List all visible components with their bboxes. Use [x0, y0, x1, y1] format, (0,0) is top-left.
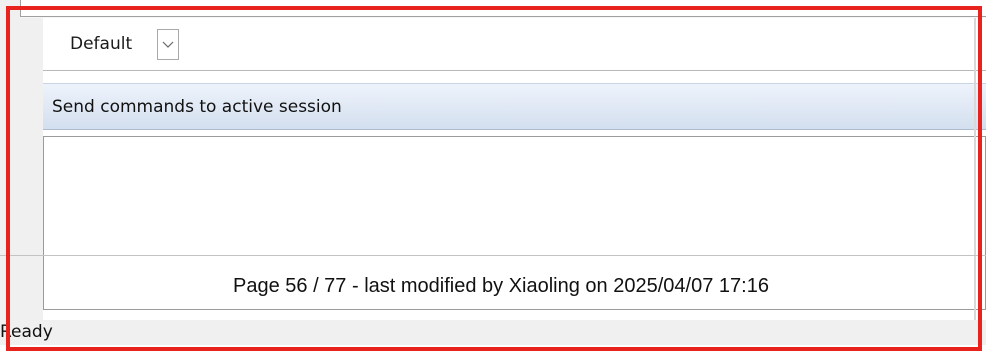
window-left-margin: [0, 0, 43, 320]
session-dropdown-button[interactable]: [157, 29, 179, 60]
top-pane-gap: [28, 0, 986, 14]
top-pane-edge: [20, 0, 986, 18]
page-footer-rule: [0, 255, 986, 256]
page-footer-text: Page 56 / 77 - last modified by Xiaoling…: [233, 275, 769, 297]
session-dropdown-row: Default: [43, 18, 986, 70]
send-commands-header: Send commands to active session: [43, 83, 986, 130]
status-bar: Ready: [0, 320, 986, 345]
session-dropdown-value[interactable]: Default: [70, 34, 132, 54]
chevron-down-icon: [162, 41, 174, 48]
status-text: Ready: [0, 322, 53, 342]
send-commands-title: Send commands to active session: [52, 97, 342, 117]
panel-right-edge: [974, 18, 976, 320]
toolbar-divider: [43, 70, 986, 71]
